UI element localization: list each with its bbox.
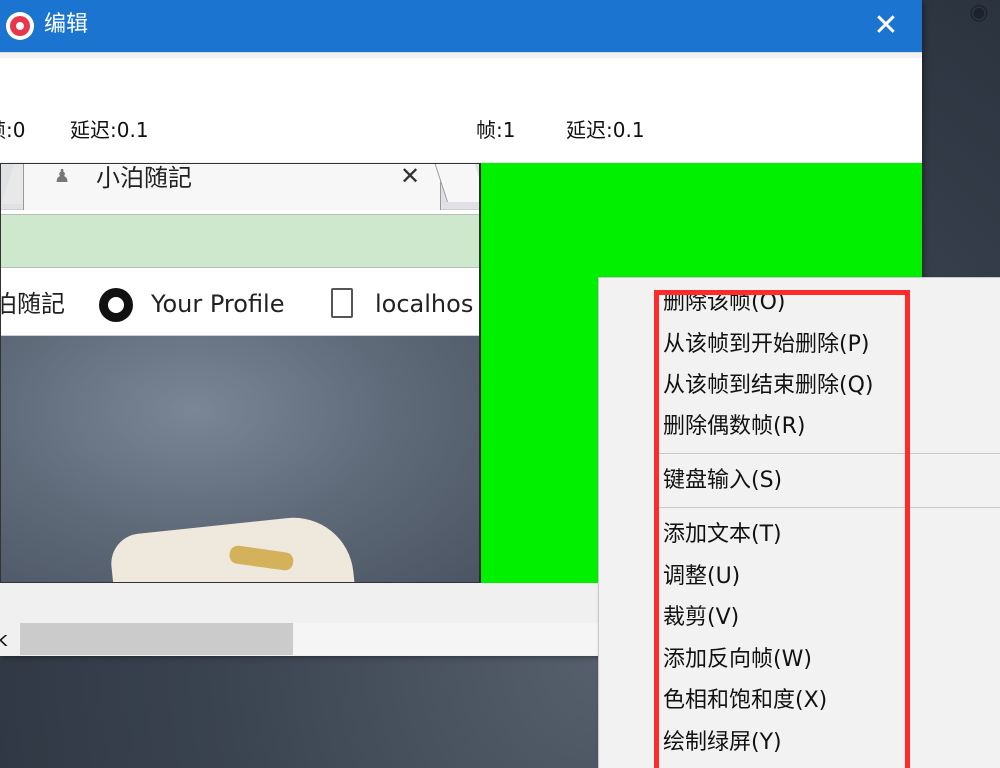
photo-object xyxy=(108,511,362,582)
frame-context-menu: 删除该帧(O) 从该帧到开始删除(P) 从该帧到结束删除(Q) 删除偶数帧(R)… xyxy=(598,277,1000,768)
frame-divider xyxy=(479,163,481,583)
bookmark-profile: Your Profile xyxy=(151,290,285,318)
menu-keyboard-input[interactable]: 键盘输入(S) xyxy=(663,462,782,500)
window-title: 编辑 xyxy=(44,12,89,37)
frame-0-thumbnail[interactable]: ♟ 小泊随記 ✕ 泊随記 Your Profile localhos xyxy=(0,163,480,583)
browser-tab-strip: ♟ 小泊随記 ✕ xyxy=(1,164,479,210)
menu-draw-green-screen[interactable]: 绘制绿屏(Y) xyxy=(663,724,782,762)
bookmarks-bar: 泊随記 Your Profile localhos xyxy=(0,270,479,336)
menu-add-text[interactable]: 添加文本(T) xyxy=(663,516,782,554)
address-field xyxy=(1,214,479,268)
browser-tab-title: 小泊随記 xyxy=(96,164,192,192)
strip-label: k xyxy=(0,627,8,651)
frame-info-bar: 帧:0 延迟:0.1 帧:1 延迟:0.1 xyxy=(0,58,922,162)
document-icon xyxy=(331,288,353,318)
menu-delete-even-frames[interactable]: 删除偶数帧(R) xyxy=(663,408,805,446)
bookmark-localhost: localhos xyxy=(375,290,474,318)
menu-crop[interactable]: 裁剪(V) xyxy=(663,599,739,637)
favicon-icon: ♟ xyxy=(54,166,71,187)
recorder-icon xyxy=(6,12,34,40)
menu-delete-to-end[interactable]: 从该帧到结束删除(Q) xyxy=(663,367,873,405)
frame-1-delay: 延迟:0.1 xyxy=(566,118,645,142)
frame-photo xyxy=(1,336,479,582)
menu-separator xyxy=(657,453,1000,454)
frame-1-index: 帧:1 xyxy=(476,118,516,142)
github-icon xyxy=(99,288,133,322)
menu-add-reverse-frames[interactable]: 添加反向帧(W) xyxy=(663,641,812,679)
menu-delete-frame[interactable]: 删除该帧(O) xyxy=(663,284,785,322)
tab-close-icon: ✕ xyxy=(400,163,421,190)
frame-0-delay: 延迟:0.1 xyxy=(70,118,149,142)
weibo-icon[interactable]: ◉ xyxy=(958,0,1000,30)
menu-separator xyxy=(657,507,1000,508)
browser-tab-right xyxy=(434,164,479,202)
titlebar[interactable]: 编辑 ✕ xyxy=(0,0,922,52)
frame-0-index: 帧:0 xyxy=(0,118,26,142)
bookmark-blog: 泊随記 xyxy=(0,290,65,318)
browser-tab-active: ♟ 小泊随記 ✕ xyxy=(23,164,441,210)
menu-hue-saturation[interactable]: 色相和饱和度(X) xyxy=(663,682,827,720)
close-button[interactable]: ✕ xyxy=(858,6,914,46)
browser-address-bar xyxy=(1,212,479,270)
menu-delete-to-start[interactable]: 从该帧到开始删除(P) xyxy=(663,326,869,364)
scrollbar-thumb[interactable] xyxy=(20,623,293,655)
menu-adjust[interactable]: 调整(U) xyxy=(663,558,740,596)
